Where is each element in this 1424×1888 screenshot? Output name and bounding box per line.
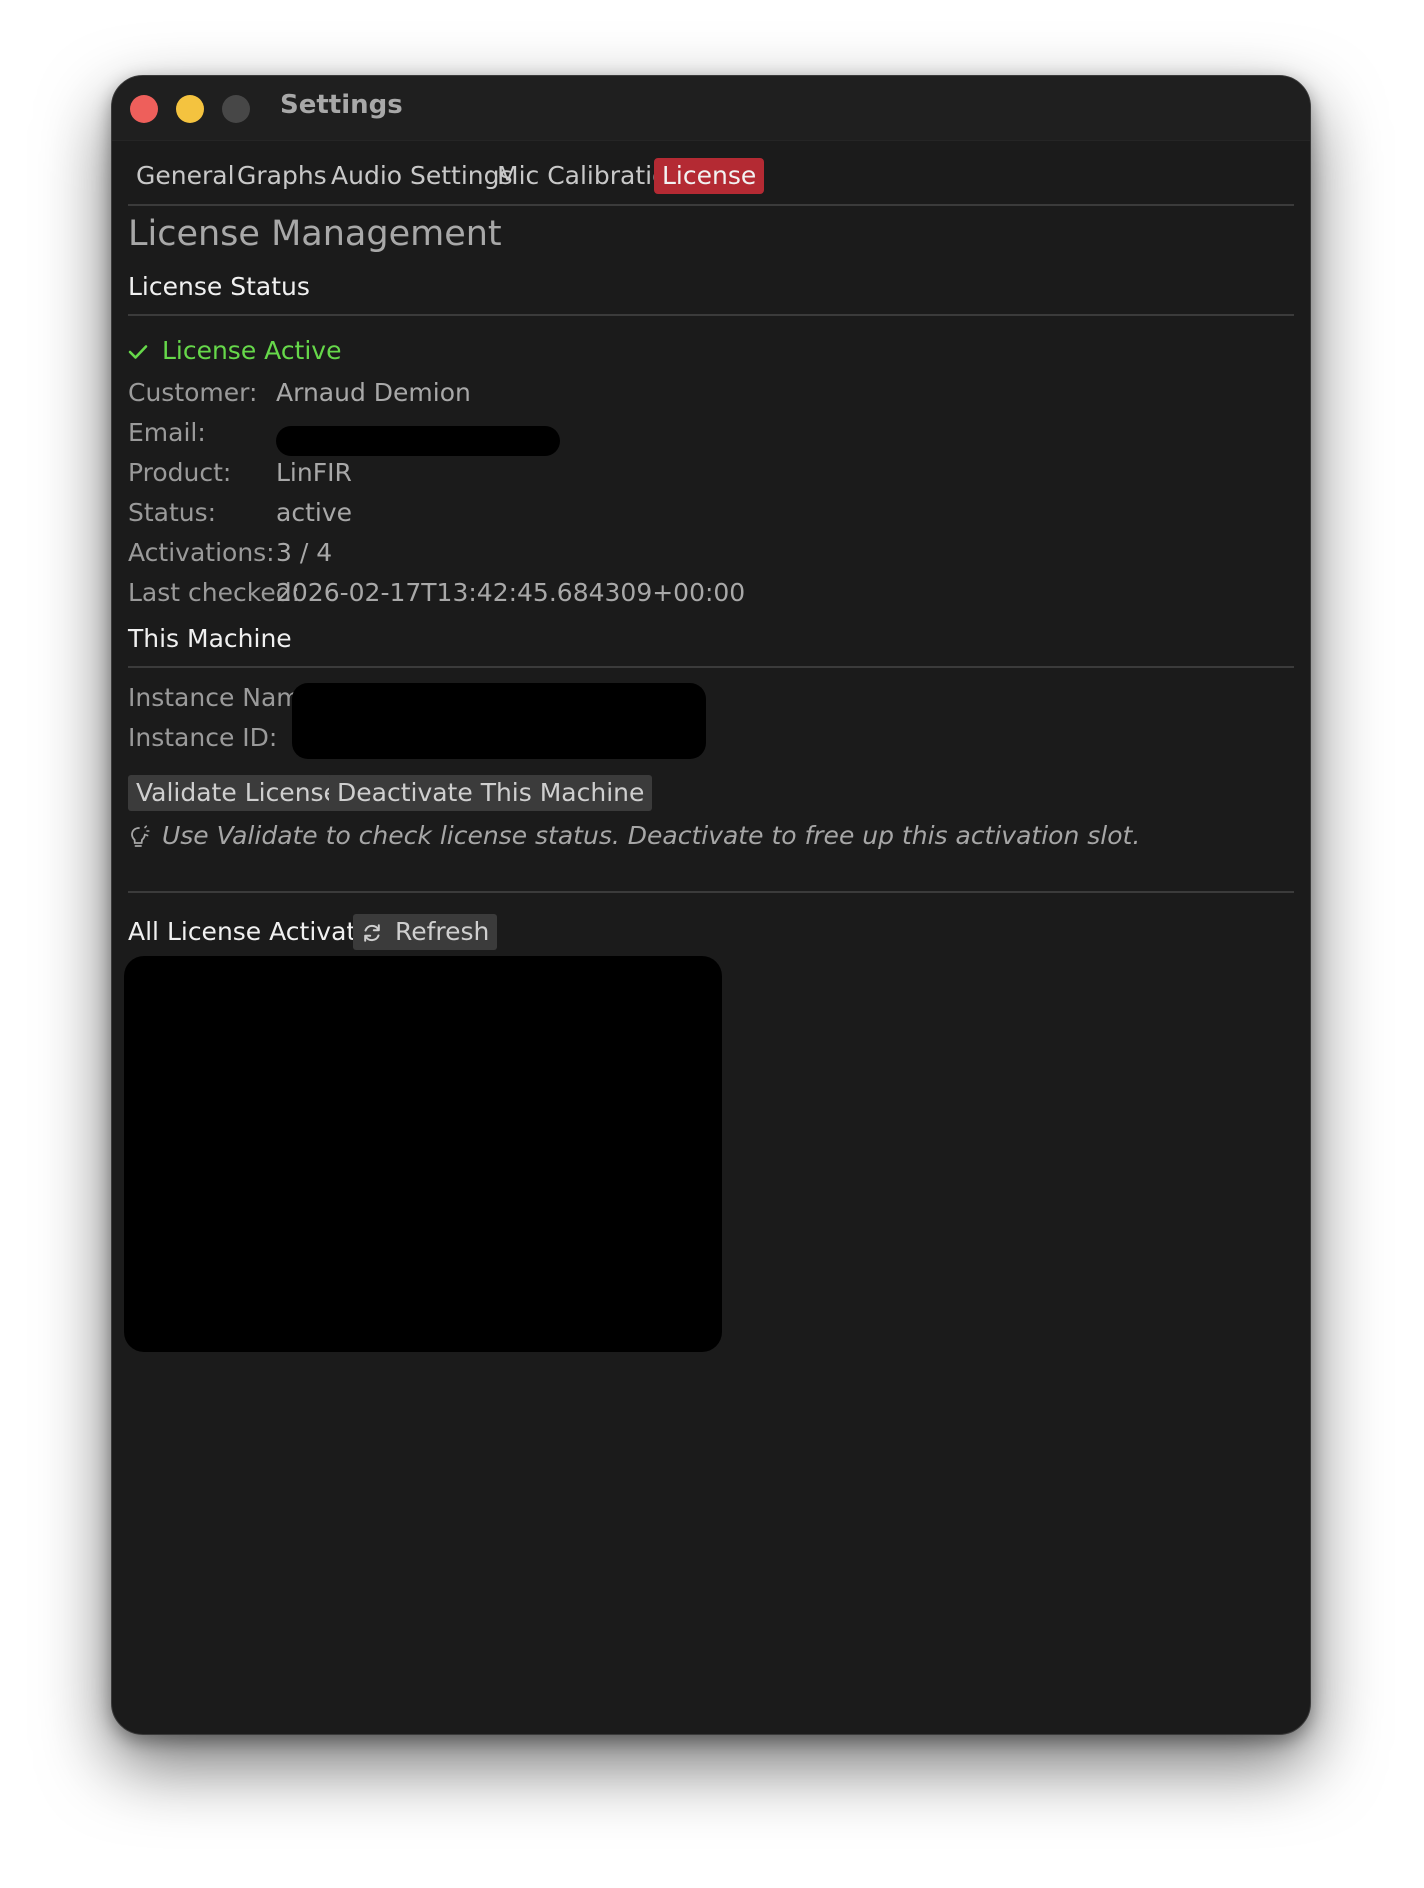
- license-status-indicator: License Active: [128, 336, 341, 365]
- license-status-heading: License Status: [128, 272, 310, 301]
- checkmark-icon: [128, 336, 156, 365]
- section-divider: [128, 666, 1294, 668]
- activations-list-redacted: [124, 956, 722, 1352]
- refresh-button[interactable]: Refresh: [353, 914, 498, 950]
- email-label: Email:: [128, 418, 206, 447]
- refresh-icon: [361, 917, 391, 946]
- activations-label: Activations:: [128, 538, 275, 567]
- customer-label: Customer:: [128, 378, 258, 407]
- page-title: License Management: [128, 214, 502, 254]
- this-machine-heading: This Machine: [128, 624, 292, 653]
- status-value: active: [276, 498, 352, 527]
- section-divider: [128, 314, 1294, 316]
- deactivate-machine-button[interactable]: Deactivate This Machine: [329, 775, 653, 811]
- product-value: LinFIR: [276, 458, 352, 487]
- refresh-label: Refresh: [394, 917, 490, 946]
- email-redacted: [276, 426, 560, 456]
- last-checked-label: Last checked:: [128, 578, 300, 607]
- lightbulb-icon: [128, 821, 158, 850]
- license-panel: License Management License Status Licens…: [112, 76, 1310, 1734]
- product-label: Product:: [128, 458, 232, 487]
- license-hint-text: Use Validate to check license status. De…: [161, 821, 1141, 850]
- status-label: Status:: [128, 498, 217, 527]
- validate-license-button[interactable]: Validate License: [128, 775, 347, 811]
- license-status-text: License Active: [161, 336, 342, 365]
- section-divider: [128, 891, 1294, 893]
- customer-value: Arnaud Demion: [276, 378, 471, 407]
- instance-details-redacted: [292, 683, 706, 759]
- license-hint: Use Validate to check license status. De…: [128, 821, 1140, 850]
- activations-value: 3 / 4: [276, 538, 333, 567]
- settings-window: Settings General Graphs Audio Settings M…: [111, 75, 1311, 1735]
- last-checked-value: 2026-02-17T13:42:45.684309+00:00: [276, 578, 746, 607]
- instance-id-label: Instance ID:: [128, 723, 278, 752]
